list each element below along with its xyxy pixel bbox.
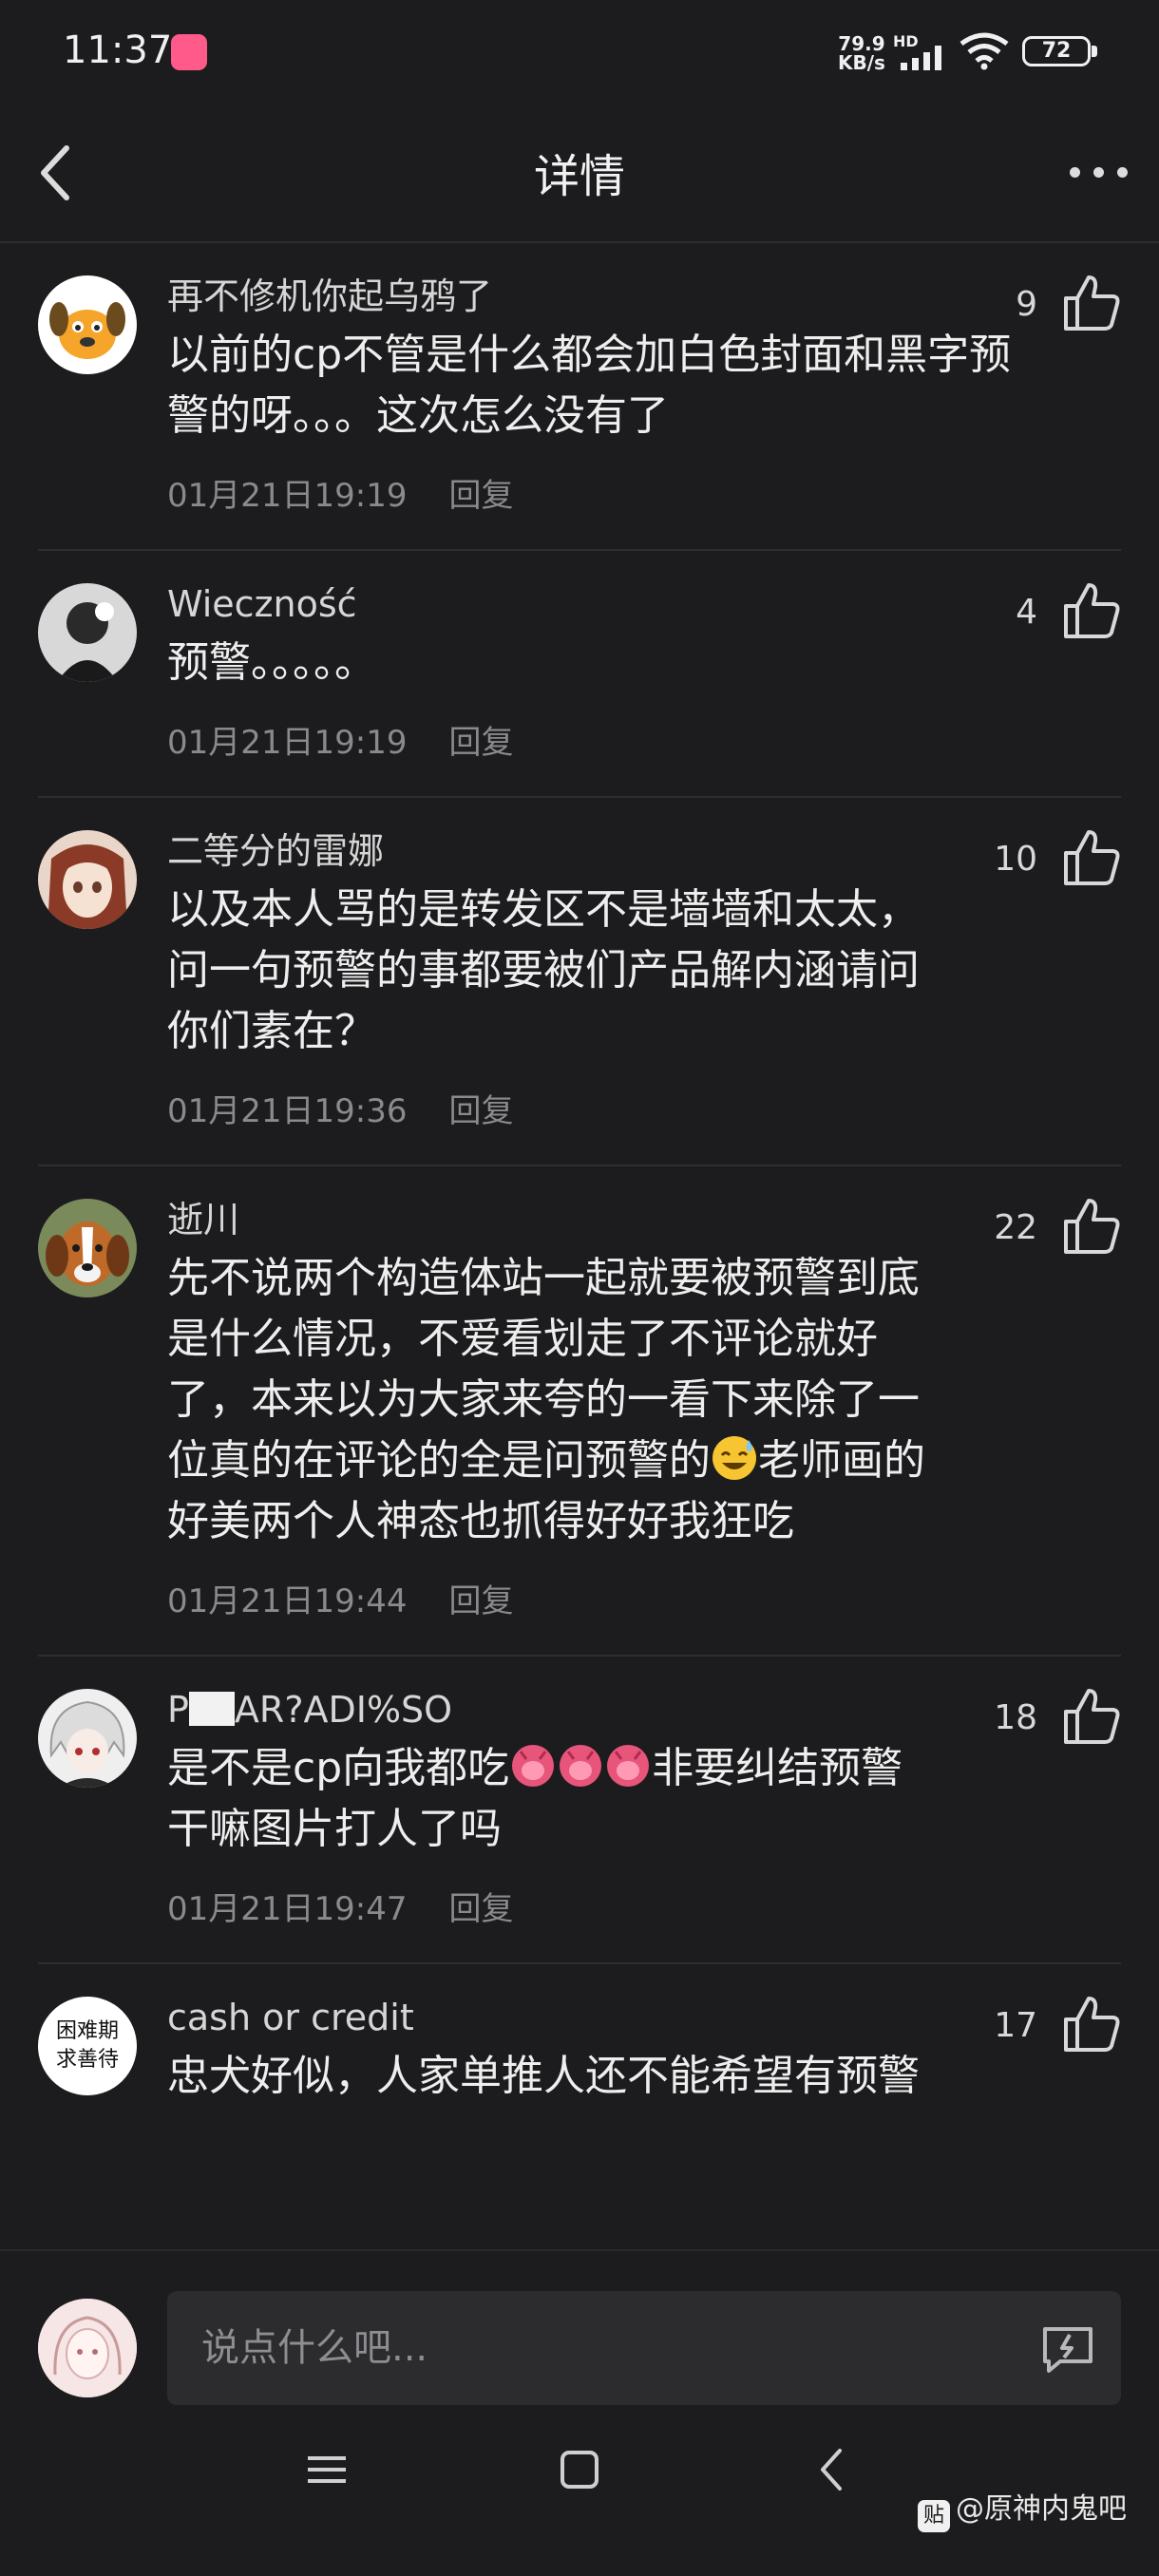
- like-count: 9: [1016, 285, 1037, 324]
- reply-button[interactable]: 回复: [449, 1582, 514, 1620]
- white-hair-character-avatar-icon: [38, 1689, 137, 1788]
- comment-username[interactable]: cash or credit: [167, 1991, 1026, 2044]
- reply-button[interactable]: 回复: [449, 1092, 514, 1130]
- emoji-button[interactable]: [1039, 2320, 1096, 2377]
- thumbs-up-icon: [1064, 1997, 1120, 2052]
- like-button[interactable]: [1060, 1195, 1123, 1258]
- comment-text: 预警。。。。。: [167, 638, 376, 687]
- comment-meta: 01月21日19:36 回复: [167, 1083, 1026, 1140]
- tongue-emoji-icon: [607, 1745, 650, 1787]
- app-notification-icon: [171, 34, 207, 70]
- sketch-girl-avatar-icon: [38, 2299, 137, 2397]
- watermark: 贴 @原神内鬼吧: [918, 2485, 1127, 2532]
- menu-icon: [308, 2456, 346, 2483]
- comment-meta: 01月21日19:19 回复: [167, 467, 1026, 524]
- tongue-emoji-icon: [560, 1745, 602, 1787]
- reply-button[interactable]: 回复: [449, 724, 514, 762]
- comment-username[interactable]: Wieczność: [167, 578, 1026, 631]
- comment-meta: 01月21日19:47 回复: [167, 1881, 1026, 1938]
- more-options-button[interactable]: [1068, 156, 1130, 190]
- comment-username[interactable]: 再不修机你起乌鸦了: [167, 270, 1026, 323]
- battery-icon: 72: [1022, 36, 1091, 66]
- comment-timestamp: 01月21日19:19: [167, 477, 408, 515]
- comment-item: Wieczność 预警。。。。。 01月21日19:19 回复 4: [0, 551, 1159, 798]
- thumbs-up-icon: [1064, 1199, 1120, 1254]
- comment-meta: 01月21日19:44 回复: [167, 1573, 1026, 1630]
- comment-text: 先不说两个构造体站一起就要被预警到底 是什么情况，不爱看划走了不评论就好 了，本…: [167, 1254, 925, 1545]
- anime-girl-avatar-icon: [38, 830, 137, 929]
- comment-text: 忠犬好似，人家单推人还不能希望有预警: [167, 2052, 920, 2100]
- comment-timestamp: 01月21日19:19: [167, 724, 408, 762]
- top-bar: 详情: [0, 104, 1159, 243]
- thumbs-up-icon: [1064, 1689, 1120, 1744]
- comment-timestamp: 01月21日19:44: [167, 1582, 408, 1620]
- recent-apps-button[interactable]: [302, 2445, 352, 2498]
- comment-item: 二等分的雷娜 以及本人骂的是转发区不是墙墙和太太， 问一句预警的事都要被们产品解…: [0, 798, 1159, 1166]
- thumbs-up-icon: [1064, 583, 1120, 638]
- sweat-smile-emoji-icon: [712, 1436, 756, 1480]
- like-button[interactable]: [1060, 579, 1123, 642]
- comment-item: 再不修机你起乌鸦了 以前的cp不管是什么都会加白色封面和黑字预警的呀。。。这次怎…: [0, 243, 1159, 551]
- avatar[interactable]: [38, 1689, 137, 1788]
- battery-tip: [1092, 46, 1097, 57]
- comment-item: 逝川 先不说两个构造体站一起就要被预警到底 是什么情况，不爱看划走了不评论就好 …: [0, 1166, 1159, 1657]
- comment-input-bar: 说点什么吧...: [0, 2249, 1159, 2413]
- system-back-button[interactable]: [808, 2445, 857, 2498]
- comment-list[interactable]: 再不修机你起乌鸦了 以前的cp不管是什么都会加白色封面和黑字预警的呀。。。这次怎…: [0, 243, 1159, 2249]
- network-speed: 79.9 KB/s: [838, 32, 885, 74]
- comment-timestamp: 01月21日19:47: [167, 1890, 408, 1928]
- wifi-icon: [960, 32, 1009, 70]
- character-avatar-icon: [38, 583, 137, 682]
- comment-meta: 01月21日19:19 回复: [167, 714, 1026, 771]
- comment-input-placeholder: 说点什么吧...: [201, 2326, 428, 2370]
- puppy-photo-avatar-icon: [38, 1199, 137, 1297]
- avatar[interactable]: [38, 1199, 137, 1297]
- status-time: 11:37: [63, 28, 173, 72]
- signal-icon: [901, 46, 941, 70]
- dog-cartoon-avatar-icon: [38, 275, 137, 374]
- comment-text: 以前的cp不管是什么都会加白色封面和黑字预警的呀。。。这次怎么没有了: [167, 331, 1012, 440]
- status-bar: 11:37 79.9 KB/s HD 72: [0, 0, 1159, 104]
- comment-input[interactable]: 说点什么吧...: [167, 2291, 1121, 2405]
- like-button[interactable]: [1060, 1993, 1123, 2055]
- like-button[interactable]: [1060, 272, 1123, 334]
- square-home-icon: [560, 2451, 598, 2489]
- like-button[interactable]: [1060, 826, 1123, 889]
- home-button[interactable]: [555, 2445, 604, 2498]
- avatar[interactable]: 困难期 求善待: [38, 1997, 137, 2095]
- my-avatar[interactable]: [38, 2299, 137, 2397]
- comment-item: 困难期 求善待 cash or credit 忠犬好似，人家单推人还不能希望有预…: [0, 1964, 1159, 2107]
- like-count: 10: [994, 840, 1037, 879]
- thumbs-up-icon: [1064, 275, 1120, 331]
- reply-button[interactable]: 回复: [449, 1890, 514, 1928]
- more-dots-icon: [1070, 167, 1080, 178]
- like-count: 22: [994, 1208, 1037, 1247]
- comment-username[interactable]: 二等分的雷娜: [167, 824, 1026, 878]
- thumbs-up-icon: [1064, 830, 1120, 885]
- tieba-logo-icon: 贴: [918, 2500, 950, 2532]
- comment-item: P AR?ADI%SO 是不是cp向我都吃 非要纠结预警 干嘛图片打人了吗 01月2…: [0, 1657, 1159, 1964]
- reply-button[interactable]: 回复: [449, 477, 514, 515]
- comment-username[interactable]: 逝川: [167, 1193, 1026, 1246]
- page-title: 详情: [533, 150, 625, 203]
- comment-text: 以及本人骂的是转发区不是墙墙和太太， 问一句预警的事都要被们产品解内涵请问 你们…: [167, 885, 920, 1055]
- like-count: 4: [1016, 593, 1037, 632]
- avatar[interactable]: [38, 830, 137, 929]
- like-count: 18: [994, 1698, 1037, 1737]
- comment-text: 是不是cp向我都吃 非要纠结预警 干嘛图片打人了吗: [167, 1744, 903, 1853]
- comment-username[interactable]: P AR?ADI%SO: [167, 1683, 1026, 1736]
- like-count: 17: [994, 2006, 1037, 2045]
- redacted-block: [188, 1692, 235, 1726]
- battery-level: 72: [1041, 39, 1072, 63]
- tongue-emoji-icon: [512, 1745, 555, 1787]
- avatar[interactable]: [38, 275, 137, 374]
- emoji-keyboard-icon: [1043, 2327, 1092, 2373]
- avatar[interactable]: [38, 583, 137, 682]
- comment-timestamp: 01月21日19:36: [167, 1092, 408, 1130]
- like-button[interactable]: [1060, 1685, 1123, 1748]
- back-arrow-icon: [821, 2449, 842, 2491]
